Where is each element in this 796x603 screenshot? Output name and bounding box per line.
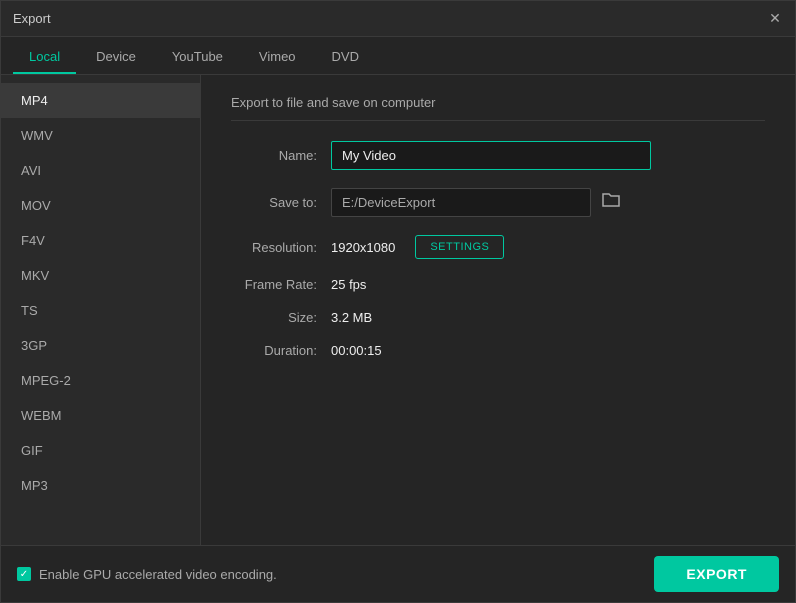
tabs-bar: Local Device YouTube Vimeo DVD bbox=[1, 37, 795, 75]
tab-dvd[interactable]: DVD bbox=[316, 41, 375, 74]
sidebar-item-webm[interactable]: WEBM bbox=[1, 398, 200, 433]
duration-label: Duration: bbox=[231, 343, 331, 358]
checkbox-checkmark: ✓ bbox=[20, 569, 28, 580]
content-area: MP4 WMV AVI MOV F4V MKV TS 3GP MPEG-2 WE… bbox=[1, 75, 795, 545]
sidebar-item-mpeg2[interactable]: MPEG-2 bbox=[1, 363, 200, 398]
name-row: Name: bbox=[231, 141, 765, 170]
size-label: Size: bbox=[231, 310, 331, 325]
size-row: Size: 3.2 MB bbox=[231, 310, 765, 325]
save-to-label: Save to: bbox=[231, 195, 331, 210]
browse-folder-button[interactable] bbox=[601, 192, 621, 213]
tab-device[interactable]: Device bbox=[80, 41, 152, 74]
tab-vimeo[interactable]: Vimeo bbox=[243, 41, 312, 74]
size-value: 3.2 MB bbox=[331, 310, 372, 325]
sidebar-item-mp4[interactable]: MP4 bbox=[1, 83, 200, 118]
name-input[interactable] bbox=[331, 141, 651, 170]
sidebar-item-mp3[interactable]: MP3 bbox=[1, 468, 200, 503]
save-to-content bbox=[331, 188, 621, 217]
sidebar-item-ts[interactable]: TS bbox=[1, 293, 200, 328]
resolution-row: Resolution: 1920x1080 SETTINGS bbox=[231, 235, 765, 259]
save-to-input[interactable] bbox=[331, 188, 591, 217]
export-button[interactable]: EXPORT bbox=[654, 556, 779, 592]
export-window: Export ✕ Local Device YouTube Vimeo DVD … bbox=[0, 0, 796, 603]
sidebar-item-avi[interactable]: AVI bbox=[1, 153, 200, 188]
gpu-option: ✓ Enable GPU accelerated video encoding. bbox=[17, 567, 277, 582]
footer: ✓ Enable GPU accelerated video encoding.… bbox=[1, 545, 795, 602]
close-button[interactable]: ✕ bbox=[767, 11, 783, 27]
gpu-checkbox[interactable]: ✓ bbox=[17, 567, 31, 581]
sidebar-item-f4v[interactable]: F4V bbox=[1, 223, 200, 258]
main-panel: Export to file and save on computer Name… bbox=[201, 75, 795, 545]
frame-rate-label: Frame Rate: bbox=[231, 277, 331, 292]
sidebar-item-mov[interactable]: MOV bbox=[1, 188, 200, 223]
name-label: Name: bbox=[231, 148, 331, 163]
gpu-label: Enable GPU accelerated video encoding. bbox=[39, 567, 277, 582]
folder-icon bbox=[601, 192, 621, 208]
tab-youtube[interactable]: YouTube bbox=[156, 41, 239, 74]
sidebar-item-mkv[interactable]: MKV bbox=[1, 258, 200, 293]
sidebar-item-3gp[interactable]: 3GP bbox=[1, 328, 200, 363]
resolution-value: 1920x1080 bbox=[331, 240, 395, 255]
save-to-row: Save to: bbox=[231, 188, 765, 217]
sidebar-item-wmv[interactable]: WMV bbox=[1, 118, 200, 153]
settings-button[interactable]: SETTINGS bbox=[415, 235, 504, 259]
frame-rate-row: Frame Rate: 25 fps bbox=[231, 277, 765, 292]
window-title: Export bbox=[13, 11, 51, 26]
title-bar: Export ✕ bbox=[1, 1, 795, 37]
duration-row: Duration: 00:00:15 bbox=[231, 343, 765, 358]
duration-value: 00:00:15 bbox=[331, 343, 382, 358]
sidebar-item-gif[interactable]: GIF bbox=[1, 433, 200, 468]
format-sidebar: MP4 WMV AVI MOV F4V MKV TS 3GP MPEG-2 WE… bbox=[1, 75, 201, 545]
tab-local[interactable]: Local bbox=[13, 41, 76, 74]
resolution-label: Resolution: bbox=[231, 240, 331, 255]
frame-rate-value: 25 fps bbox=[331, 277, 366, 292]
section-title: Export to file and save on computer bbox=[231, 95, 765, 121]
